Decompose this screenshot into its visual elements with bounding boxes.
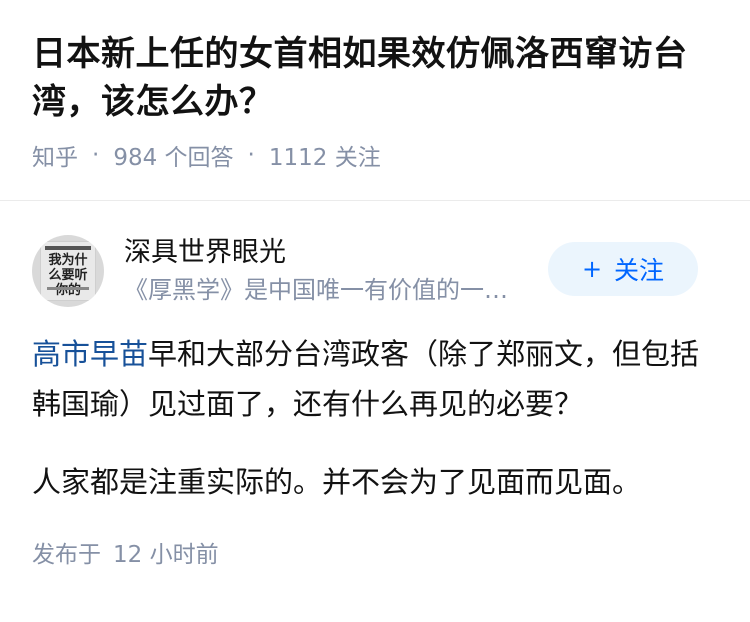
source-label[interactable]: 知乎 (32, 138, 78, 172)
answer-count[interactable]: 984 个回答 (113, 138, 233, 172)
follow-count: 1112 关注 (268, 145, 381, 171)
follow-button-label: 关注 (614, 256, 665, 285)
person-link[interactable]: 高市早苗 (32, 337, 148, 371)
question-header: 日本新上任的女首相如果效仿佩洛西窜访台湾，该怎么办？ 知乎 · 984 个回答 … (0, 0, 750, 200)
author-name[interactable]: 深具世界眼光 (124, 235, 536, 271)
avatar-book-subtitle (47, 287, 89, 290)
question-title[interactable]: 日本新上任的女首相如果效仿佩洛西窜访台湾，该怎么办？ (32, 30, 718, 126)
meta-separator: · (247, 142, 255, 168)
publish-time-value: 12 小时前 (113, 542, 219, 568)
meta-separator: · (92, 142, 100, 168)
answer-card: 我为什么要听你的 深具世界眼光 《厚黑学》是中国唯一有价值的一… + 关注 高市… (0, 201, 750, 569)
author-info: 深具世界眼光 《厚黑学》是中国唯一有价值的一… (124, 235, 536, 307)
publish-time-prefix: 发布于 (32, 542, 101, 568)
plus-icon: + (581, 255, 603, 283)
avatar[interactable]: 我为什么要听你的 (32, 235, 104, 307)
answer-paragraph: 人家都是注重实际的。并不会为了见面而见面。 (32, 465, 642, 499)
question-meta: 知乎 · 984 个回答 · 1112 关注 (32, 138, 718, 172)
avatar-book-image: 我为什么要听你的 (40, 241, 96, 301)
author-bio: 《厚黑学》是中国唯一有价值的一… (124, 276, 508, 304)
answer-paragraph: 高市早苗早和大部分台湾政客（除了郑丽文，但包括韩国瑜）见过面了，还有什么再见的必… (32, 329, 718, 429)
follow-button[interactable]: + 关注 (548, 242, 698, 296)
answer-content: 高市早苗早和大部分台湾政客（除了郑丽文，但包括韩国瑜）见过面了，还有什么再见的必… (32, 329, 718, 507)
avatar-book-stripe (45, 246, 91, 250)
publish-time: 发布于 12 小时前 (32, 535, 718, 569)
avatar-book-title: 我为什么要听你的 (48, 253, 88, 298)
author-row: 我为什么要听你的 深具世界眼光 《厚黑学》是中国唯一有价值的一… + 关注 (32, 235, 718, 307)
